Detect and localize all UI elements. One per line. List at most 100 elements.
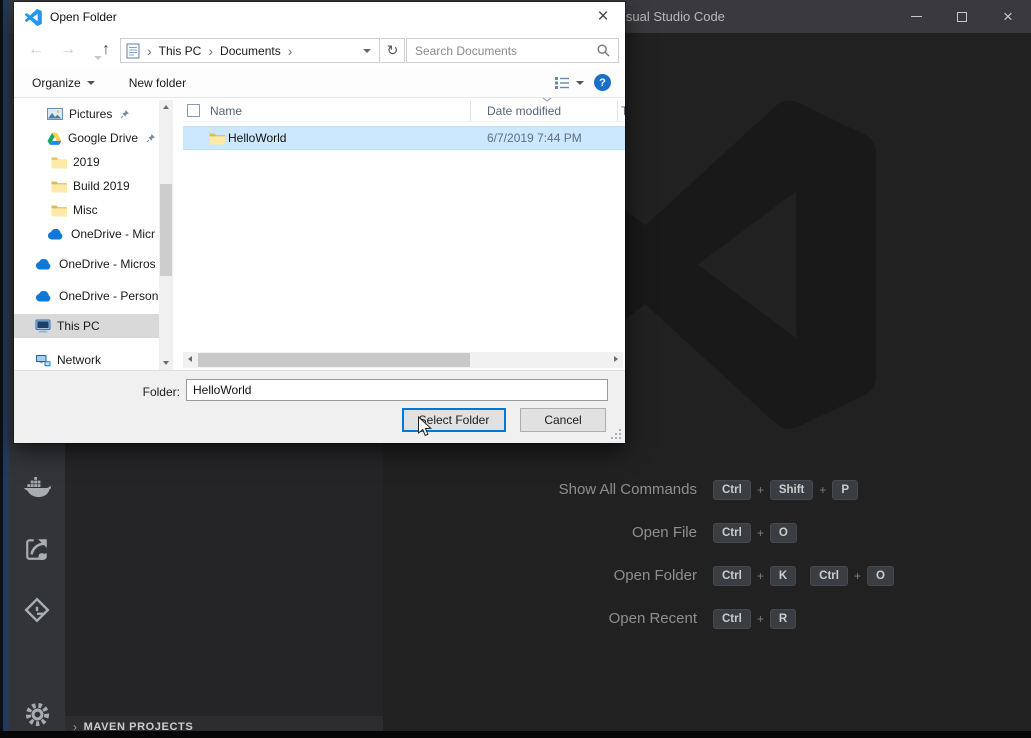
column-header-date-modified[interactable]: Date modified	[487, 104, 561, 118]
views-button[interactable]	[554, 76, 584, 90]
sidebar-item-label: Network	[57, 353, 102, 367]
keycap: Ctrl	[713, 479, 751, 500]
keycap: O	[769, 522, 797, 543]
docker-icon[interactable]	[23, 474, 51, 502]
select-all-checkbox[interactable]	[187, 104, 200, 117]
sidebar-item-2019[interactable]: 2019	[14, 150, 159, 174]
dialog-close-button[interactable]: ×	[587, 5, 619, 29]
sort-direction-icon	[542, 98, 552, 102]
column-header-type-clipped[interactable]: T	[621, 104, 625, 118]
shortcut-label: Show All Commands	[558, 481, 697, 498]
folder-icon	[51, 157, 67, 168]
sidebar-item-build-2019[interactable]: Build 2019	[14, 174, 159, 198]
plus-sign: +	[853, 568, 861, 583]
up-button[interactable]: ↑	[102, 39, 110, 61]
key-group: Ctrl + O	[713, 522, 797, 543]
new-folder-button[interactable]: New folder	[129, 76, 186, 90]
minimize-button[interactable]	[893, 0, 939, 33]
cancel-button[interactable]: Cancel	[520, 408, 606, 432]
recent-locations-chevron[interactable]	[88, 45, 102, 67]
organize-label: Organize	[32, 75, 81, 90]
file-list-header: Name Date modified T	[183, 98, 625, 122]
sidebar-item-label: OneDrive - Micr	[71, 227, 156, 241]
sidebar-vertical-scrollbar[interactable]	[159, 100, 173, 370]
dialog-title: Open Folder	[50, 10, 117, 24]
folder-name-input[interactable]	[186, 379, 608, 401]
chevron-down-icon	[86, 80, 95, 85]
resize-grip[interactable]	[611, 429, 621, 439]
desktop-edge-strip	[0, 0, 9, 738]
forward-button[interactable]: →	[60, 39, 76, 61]
search-icon	[597, 44, 610, 57]
sidebar-item-pictures[interactable]: Pictures	[14, 102, 159, 126]
scrollbar-thumb[interactable]	[198, 353, 470, 367]
sidebar-item-label: Build 2019	[73, 179, 130, 193]
open-folder-dialog: Open Folder × ← → ↑ › This PC › Document…	[14, 2, 625, 443]
gitlens-icon[interactable]	[23, 596, 51, 624]
breadcrumb-this-pc[interactable]: This PC	[159, 44, 202, 58]
breadcrumb-documents[interactable]: Documents	[220, 44, 281, 58]
keycap: Ctrl	[713, 565, 751, 586]
back-button[interactable]: ←	[28, 39, 44, 61]
sidebar-item-network[interactable]: Network	[14, 348, 159, 372]
screenshot-bottom-strip	[0, 731, 1031, 738]
screen: isual Studio Code × › MAVEN PROJECTS Sho…	[0, 0, 1031, 738]
refresh-button[interactable]: ↻	[381, 38, 405, 63]
plus-sign: +	[819, 482, 827, 497]
column-separator[interactable]	[470, 101, 471, 121]
scroll-right-arrow[interactable]	[614, 356, 618, 362]
maximize-button[interactable]	[939, 0, 985, 33]
sidebar-item-label: This PC	[57, 319, 100, 333]
welcome-shortcuts: Show All Commands Ctrl + Shift + P Open Fi…	[420, 468, 980, 640]
folder-icon	[51, 205, 67, 216]
maximize-icon	[957, 11, 967, 22]
sidebar-item-label: OneDrive - Micros	[59, 257, 156, 271]
column-separator[interactable]	[617, 101, 618, 121]
address-dropdown-chevron[interactable]	[363, 48, 371, 53]
address-bar[interactable]: › This PC › Documents ›	[120, 38, 380, 63]
chevron-down-icon	[576, 80, 584, 85]
scroll-left-arrow[interactable]	[188, 356, 192, 362]
onedrive-icon	[35, 290, 51, 301]
organize-menu-button[interactable]: Organize	[32, 76, 95, 90]
plus-sign: +	[756, 525, 764, 540]
dialog-navigation-bar: ← → ↑ › This PC › Documents › ↻ Search D…	[14, 32, 625, 68]
breadcrumb-separator: ›	[287, 42, 293, 59]
file-list: Name Date modified T HelloWorld 6/7/2019…	[183, 98, 625, 370]
plus-sign: +	[756, 482, 764, 497]
help-button[interactable]: ?	[594, 74, 611, 91]
mouse-cursor	[418, 416, 432, 437]
share-extension-icon[interactable]	[23, 535, 51, 563]
scrollbar-thumb[interactable]	[160, 184, 172, 276]
document-icon	[126, 43, 140, 58]
keycap: Ctrl	[810, 565, 848, 586]
new-folder-label: New folder	[128, 75, 187, 90]
sidebar-item-misc[interactable]: Misc	[14, 198, 159, 222]
sidebar-item-onedrive-1[interactable]: OneDrive - Micr	[14, 222, 159, 246]
scroll-up-arrow[interactable]	[163, 105, 169, 109]
search-box[interactable]: Search Documents	[406, 38, 619, 63]
vscode-window-title: isual Studio Code	[623, 9, 725, 24]
keycap: P	[832, 479, 859, 500]
close-window-button[interactable]: ×	[985, 0, 1031, 33]
sidebar-item-this-pc[interactable]: This PC	[14, 314, 159, 338]
shortcut-row: Open Folder Ctrl + K Ctrl + O	[420, 554, 980, 597]
file-date-modified: 6/7/2019 7:44 PM	[487, 131, 582, 145]
column-header-name[interactable]: Name	[210, 104, 242, 118]
window-controls: ×	[893, 0, 1031, 33]
onedrive-icon	[35, 258, 51, 269]
sidebar-item-onedrive-2[interactable]: OneDrive - Micros	[14, 252, 159, 276]
sidebar-item-google-drive[interactable]: Google Drive	[14, 126, 159, 150]
dialog-titlebar[interactable]: Open Folder ×	[14, 2, 625, 32]
keycap: R	[769, 608, 797, 629]
shortcut-label: Open Recent	[608, 610, 697, 627]
scroll-down-arrow[interactable]	[163, 361, 169, 365]
key-group: Ctrl + K	[713, 565, 797, 586]
shortcut-row: Open Recent Ctrl + R	[420, 597, 980, 640]
settings-gear-icon[interactable]	[23, 700, 51, 728]
pin-icon	[121, 110, 130, 119]
sidebar-item-onedrive-3[interactable]: OneDrive - Person	[14, 284, 159, 308]
file-row-helloworld[interactable]: HelloWorld 6/7/2019 7:44 PM	[183, 126, 625, 150]
shortcut-label: Open Folder	[613, 567, 697, 584]
file-list-horizontal-scrollbar[interactable]	[183, 352, 623, 368]
